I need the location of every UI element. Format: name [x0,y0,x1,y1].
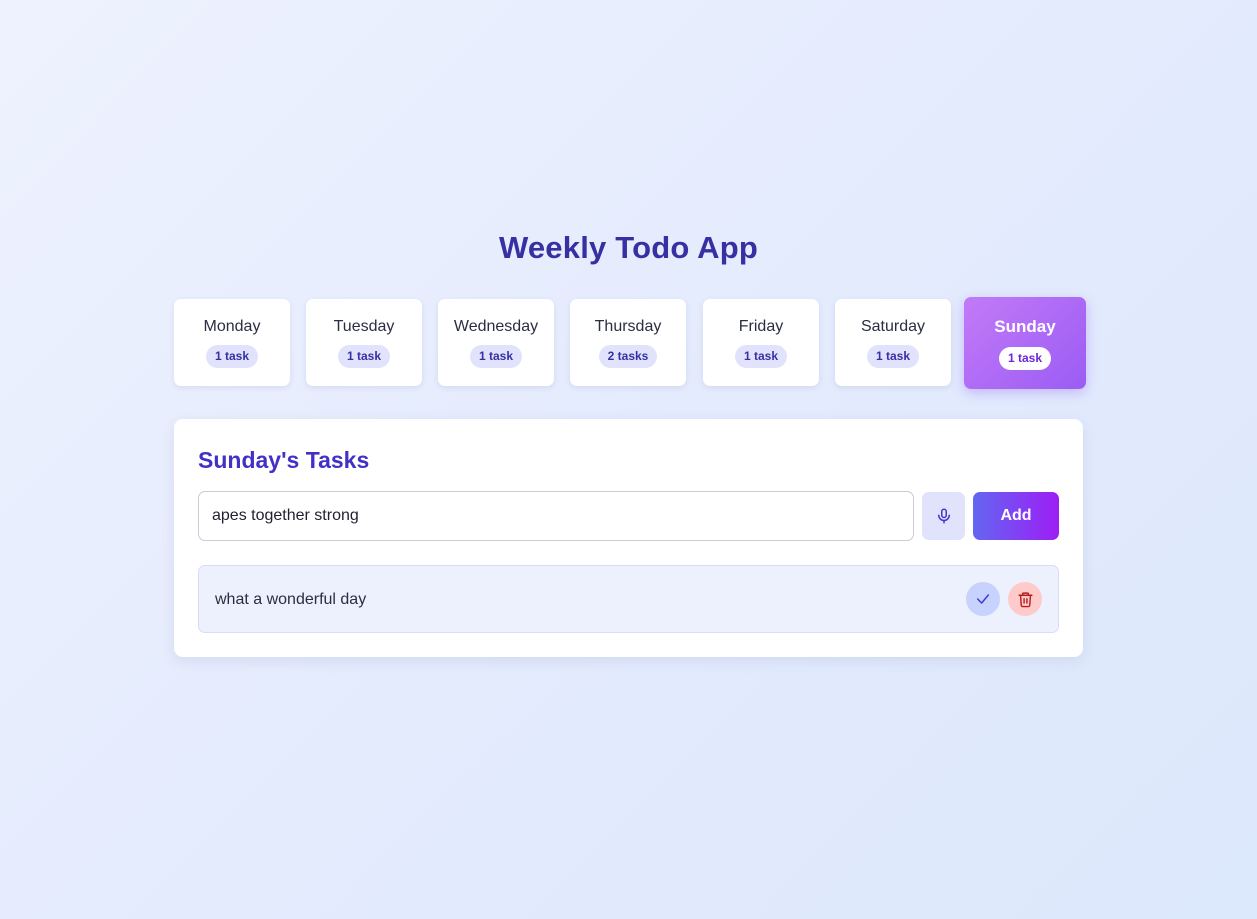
tasks-panel: Sunday's Tasks Add what a wonderful day [174,419,1083,657]
new-task-input[interactable] [198,491,914,541]
panel-title: Sunday's Tasks [198,447,370,473]
day-tab-saturday[interactable]: Saturday 1 task [835,299,951,386]
app-title: Weekly Todo App [498,230,759,265]
day-tab-tuesday[interactable]: Tuesday 1 task [306,299,422,386]
check-icon [976,594,990,604]
day-tab-friday[interactable]: Friday 1 task [703,299,819,386]
day-name: Thursday [594,318,662,335]
day-selector: Monday 1 task Tuesday 1 task Wednesday 1… [174,297,1086,389]
day-tab-monday[interactable]: Monday 1 task [174,299,290,386]
voice-input-button[interactable] [922,492,965,540]
task-count-badge: 1 task [998,347,1052,370]
task-count-badge: 1 task [469,345,523,368]
task-count-badge: 2 tasks [598,345,658,368]
day-tab-thursday[interactable]: Thursday 2 tasks [570,299,686,386]
day-tab-wednesday[interactable]: Wednesday 1 task [438,299,554,386]
day-name: Wednesday [453,318,539,335]
task-count-badge: 1 task [734,345,788,368]
task-count-badge: 1 task [205,345,259,368]
microphone-icon [937,508,950,524]
delete-task-button[interactable] [1008,582,1042,616]
task-item: what a wonderful day [198,565,1059,633]
task-text: what a wonderful day [215,591,367,608]
task-count-badge: 1 task [337,345,391,368]
day-name: Sunday [994,317,1056,336]
day-name: Saturday [860,318,926,335]
day-name: Friday [738,318,784,335]
add-task-button[interactable]: Add [973,492,1059,540]
complete-task-button[interactable] [966,582,1000,616]
day-tab-sunday[interactable]: Sunday 1 task [964,297,1086,389]
day-name: Tuesday [333,318,395,335]
trash-icon [1017,591,1033,607]
day-name: Monday [203,318,261,335]
task-count-badge: 1 task [866,345,920,368]
